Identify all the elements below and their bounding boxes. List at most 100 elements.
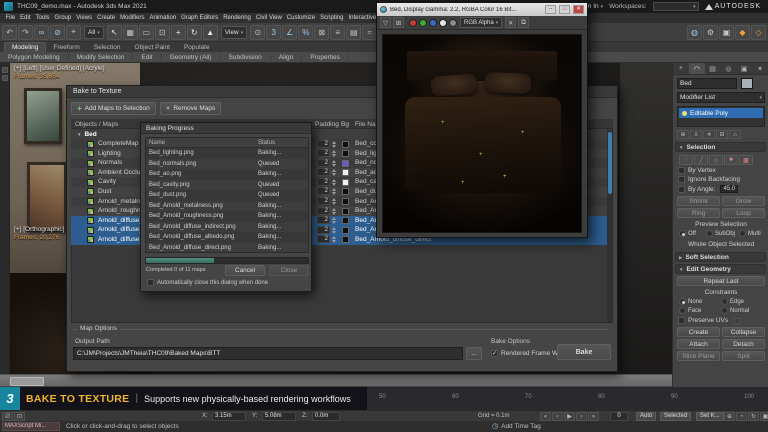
angle-value-field[interactable]: 45.0 — [720, 185, 739, 193]
background-color-swatch[interactable] — [342, 226, 349, 234]
bake-button[interactable]: Bake — [557, 344, 611, 360]
maximize-viewport-icon[interactable]: ▣ — [760, 412, 768, 421]
ribbon-panel-edit[interactable]: Edit — [133, 53, 162, 61]
render-production-icon[interactable]: ◆ — [735, 24, 750, 40]
by-vertex-checkbox[interactable]: By Vertex — [678, 167, 716, 174]
time-slider[interactable] — [0, 374, 672, 387]
ribbon-panel-geometry-all-[interactable]: Geometry (All) — [162, 53, 221, 61]
padding-spinner[interactable] — [332, 149, 337, 158]
background-color-swatch[interactable] — [342, 178, 349, 186]
ribbon-panel-align[interactable]: Align — [271, 53, 303, 61]
clone-rfw-icon[interactable]: ⧉ — [518, 17, 530, 28]
background-color-swatch[interactable] — [342, 236, 349, 244]
background-color-swatch[interactable] — [342, 217, 349, 225]
material-editor-icon[interactable]: ◍ — [687, 24, 702, 40]
copy-image-icon[interactable]: ⊞ — [393, 17, 404, 28]
x-coordinate-field[interactable]: 3.15m — [212, 412, 246, 421]
current-frame-field[interactable]: 0 — [610, 412, 628, 421]
curve-editor-icon[interactable]: ≈ — [362, 24, 378, 40]
background-color-swatch[interactable] — [342, 150, 349, 158]
background-color-swatch[interactable] — [342, 198, 349, 206]
select-object-icon[interactable]: ↖ — [106, 24, 122, 40]
add-time-tag-button[interactable]: Add Time Tag — [492, 422, 541, 430]
maxscript-mini-listener[interactable]: MAXScript Mi... — [2, 422, 60, 431]
orbit-icon[interactable]: ↻ — [748, 412, 759, 421]
progress-row[interactable]: Bed_lighting.png Baking... — [146, 148, 308, 159]
close-icon[interactable] — [573, 5, 584, 14]
padding-field[interactable]: 2 — [317, 206, 330, 215]
rendered-frame-window-icon[interactable]: ▣ — [719, 24, 734, 40]
go-to-end-icon[interactable]: » — [588, 412, 599, 421]
progress-row[interactable]: Bed_Arnold_diffuse_direct.png Baking... — [146, 242, 308, 252]
padding-field[interactable]: 2 — [317, 177, 330, 186]
ribbon-tab-object-paint[interactable]: Object Paint — [128, 43, 177, 52]
progress-row[interactable]: Bed_ao.png Baking... — [146, 169, 308, 180]
background-color-swatch[interactable] — [342, 188, 349, 196]
align-icon[interactable]: ≡ — [330, 24, 346, 40]
slice-plane-button[interactable]: Slice Plane — [677, 351, 720, 361]
background-color-swatch[interactable] — [342, 159, 349, 167]
3ds-max-logo-icon[interactable] — [4, 2, 13, 11]
blue-channel-icon[interactable] — [429, 18, 437, 27]
previous-frame-icon[interactable]: ‹ — [552, 412, 563, 421]
ribbon-panel-polygon-modeling[interactable]: Polygon Modeling — [0, 53, 69, 61]
rfw-title-bar[interactable]: Bed, Display Gamma: 2.2, RGBA Color 16 B… — [377, 3, 587, 16]
layout-tab-icon[interactable] — [1, 67, 8, 73]
background-color-swatch[interactable] — [342, 207, 349, 215]
angle-snap-icon[interactable]: ∠ — [282, 24, 298, 40]
tab-motion[interactable]: ◎ — [720, 63, 736, 74]
maximize-button[interactable] — [559, 5, 570, 14]
menu-animation[interactable]: Animation — [147, 15, 179, 21]
padding-spinner[interactable] — [332, 140, 337, 148]
viewport-label-ortho[interactable]: [+] [Orthographic] — [14, 226, 64, 233]
padding-spinner[interactable] — [332, 226, 337, 234]
padding-spinner[interactable] — [332, 168, 337, 177]
padding-spinner[interactable] — [332, 159, 337, 167]
padding-spinner[interactable] — [332, 216, 337, 225]
selection-rollout-header[interactable]: Selection — [675, 142, 766, 152]
reference-coordinate-dropdown[interactable]: View — [220, 25, 248, 39]
ignore-backfacing-checkbox[interactable]: Ignore Backfacing — [678, 176, 740, 183]
element-mode-icon[interactable]: ▩ — [739, 155, 753, 165]
detach-button[interactable]: Detach — [722, 339, 765, 349]
menu-interactive[interactable]: Interactive — [346, 15, 379, 21]
viewport-label-left[interactable]: [+] [Left] [User Defined] [Acryle] — [14, 65, 105, 72]
menu-civil-view[interactable]: Civil View — [253, 15, 284, 21]
browse-button[interactable]: ... — [466, 347, 482, 360]
padding-field[interactable]: 2 — [317, 225, 330, 234]
tab-hierarchy[interactable]: ▤ — [705, 63, 721, 74]
background-color-swatch[interactable] — [342, 169, 349, 177]
padding-spinner[interactable] — [332, 235, 337, 244]
make-unique-icon[interactable]: ∗ — [703, 130, 715, 139]
constraint-face-radio[interactable]: Face — [679, 307, 701, 314]
loop-button[interactable]: Loop — [722, 208, 765, 218]
channel-display-dropdown[interactable]: RGB Alpha — [460, 17, 503, 28]
preview-multi-radio[interactable]: Multi — [739, 230, 761, 237]
tab-create[interactable]: + — [673, 63, 689, 74]
set-key-button[interactable]: Set K... — [696, 412, 724, 421]
constraint-normal-radio[interactable]: Normal — [721, 307, 749, 314]
preview-off-radio[interactable]: Off — [679, 230, 696, 237]
menu-views[interactable]: Views — [74, 15, 95, 21]
selected-key-dropdown[interactable]: Selected — [660, 412, 692, 421]
mirror-icon[interactable]: ⊠ — [314, 24, 330, 40]
add-maps-button[interactable]: Add Maps to Selection — [71, 101, 156, 115]
workspaces-dropdown[interactable] — [652, 2, 699, 11]
constraint-edge-radio[interactable]: Edge — [721, 298, 744, 305]
render-setup-icon[interactable]: ⚙ — [703, 24, 718, 40]
menu-tools[interactable]: Tools — [33, 15, 52, 21]
tab-modify[interactable]: ◠ — [688, 63, 705, 74]
viewport-layout-tabs[interactable] — [0, 63, 10, 374]
bind-to-space-warp-icon[interactable]: ⌖ — [66, 24, 81, 40]
split-button[interactable]: Split — [722, 351, 765, 361]
use-center-icon[interactable]: ⊙ — [250, 24, 266, 40]
undo-icon[interactable]: ↶ — [2, 24, 17, 40]
isolate-selection-icon[interactable]: ∅ — [2, 412, 13, 421]
select-and-move-icon[interactable]: + — [170, 24, 186, 40]
unlink-selection-icon[interactable]: ⊘ — [50, 24, 65, 40]
object-color-swatch[interactable] — [741, 78, 753, 89]
remove-maps-button[interactable]: Remove Maps — [159, 101, 222, 115]
menu-file[interactable]: File — [3, 15, 18, 21]
menu-graph-editors[interactable]: Graph Editors — [179, 15, 221, 21]
layout-tab-icon[interactable] — [1, 75, 8, 81]
